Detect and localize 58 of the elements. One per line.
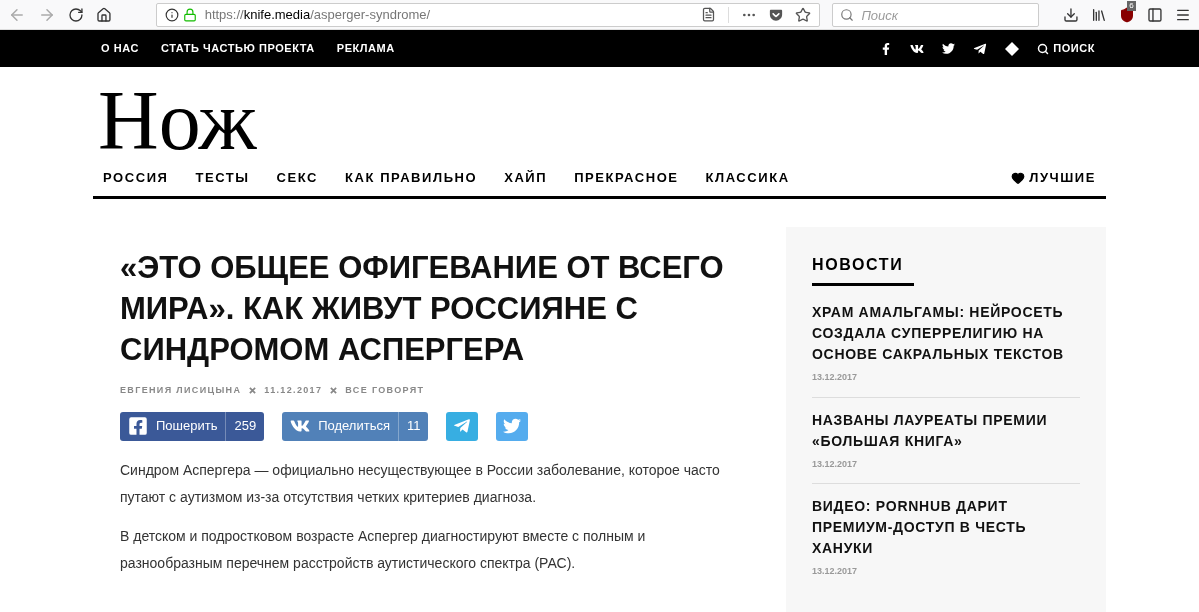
share-label: Пошерить — [156, 417, 218, 436]
nav-link[interactable]: ПРЕКРАСНОЕ — [574, 167, 679, 188]
news-title[interactable]: ВИДЕО: PORNHUB ДАРИТ ПРЕМИУМ-ДОСТУП В ЧЕСТЬ ХАНУКИ — [812, 496, 1080, 559]
url-text: https://knife.media/asperger-syndrome/ — [204, 5, 431, 24]
cross-icon — [330, 387, 338, 395]
nav-link[interactable]: СЕКС — [276, 167, 319, 188]
paper-plane-icon — [453, 417, 472, 435]
article-title: «ЭТО ОБЩЕЕ ОФИГЕВАНИЕ ОТ ВСЕГО МИРА». КАК ЖИВУТ РОССИЯНЕ С СИНДРОМОМ АСПЕРГЕРА — [120, 249, 725, 369]
lock-icon — [182, 7, 197, 22]
article-paragraph: Синдром Аспергера — официально несуществующее в России заболевание, которое часто путают с аутизмом из-за отсутствия четких критериев диагноза. — [120, 460, 720, 507]
nav-link[interactable]: КЛАССИКА — [705, 167, 790, 188]
top-link[interactable]: СТАТЬ ЧАСТЬЮ ПРОЕКТА — [160, 40, 315, 57]
best-link[interactable]: ЛУЧШИЕ — [1011, 167, 1096, 188]
reader-icon[interactable] — [701, 7, 717, 22]
star-icon[interactable] — [795, 6, 812, 23]
meta-text[interactable]: ЕВГЕНИЯ ЛИСИЦЫНА — [120, 384, 242, 398]
top-link[interactable]: О НАС — [101, 40, 139, 57]
sidebar-title: НОВОСТИ — [812, 253, 914, 286]
meta-text: 11.12.2017 — [264, 384, 323, 397]
download-icon[interactable] — [1063, 6, 1080, 23]
nav-link[interactable]: ХАЙП — [504, 167, 548, 188]
cross-icon — [249, 387, 257, 395]
news-title[interactable]: НАЗВАНЫ ЛАУРЕАТЫ ПРЕМИИ «БОЛЬШАЯ КНИГА» — [812, 409, 1080, 452]
meta-text[interactable]: ВСЕ ГОВОРЯТ — [345, 384, 425, 398]
search-icon — [1037, 42, 1050, 55]
news-title[interactable]: ХРАМ АМАЛЬГАМЫ: НЕЙРОСЕТЬ СОЗДАЛА СУПЕРРЕЛИГИЮ НА ОСНОВЕ САКРАЛЬНЫХ ТЕКСТОВ — [812, 302, 1080, 365]
search-field[interactable]: Поиск — [832, 3, 1040, 27]
site-logo[interactable]: Нож — [98, 79, 1106, 159]
search-link[interactable]: ПОИСК — [1037, 40, 1095, 57]
facebook-icon — [128, 416, 148, 436]
article-paragraph: В детском и подростковом возрасте Аспергер диагностируют вместе с полным и разнообразным перечнем расстройств аутистического спектра (РАС). — [120, 526, 647, 573]
share-count: 259 — [225, 411, 265, 441]
news-date: 13.12.2017 — [812, 457, 859, 471]
diamond-icon[interactable] — [1005, 41, 1020, 56]
nav-link[interactable]: КАК ПРАВИЛЬНО — [345, 167, 478, 188]
news-date: 13.12.2017 — [812, 371, 859, 384]
share-count: 11 — [397, 411, 429, 441]
reload-icon[interactable] — [67, 6, 84, 23]
share-label: Поделиться — [318, 417, 390, 436]
news-date: 13.12.2017 — [812, 565, 859, 578]
nav-link[interactable]: ТЕСТЫ — [195, 167, 250, 188]
shield-icon[interactable] — [1119, 6, 1136, 23]
home-icon[interactable] — [95, 6, 112, 23]
library-icon[interactable] — [1091, 6, 1108, 23]
pocket-icon[interactable] — [769, 7, 784, 22]
share-button[interactable]: Поделиться 11 — [282, 411, 429, 441]
info-icon — [164, 7, 179, 22]
bird-icon — [503, 417, 522, 435]
share-button[interactable]: Пошерить 259 — [120, 411, 265, 441]
nav-link[interactable]: РОССИЯ — [103, 167, 169, 188]
paper-plane-icon[interactable] — [973, 41, 988, 56]
bird-icon[interactable] — [942, 42, 956, 55]
search-icon — [840, 7, 855, 22]
heart-icon — [1011, 170, 1026, 185]
top-link[interactable]: РЕКЛАМА — [336, 40, 395, 57]
address-bar[interactable]: https://knife.media/asperger-syndrome/ — [155, 2, 821, 27]
badge-count: 6 — [1127, 0, 1136, 11]
sidebar-icon[interactable] — [1147, 6, 1164, 23]
